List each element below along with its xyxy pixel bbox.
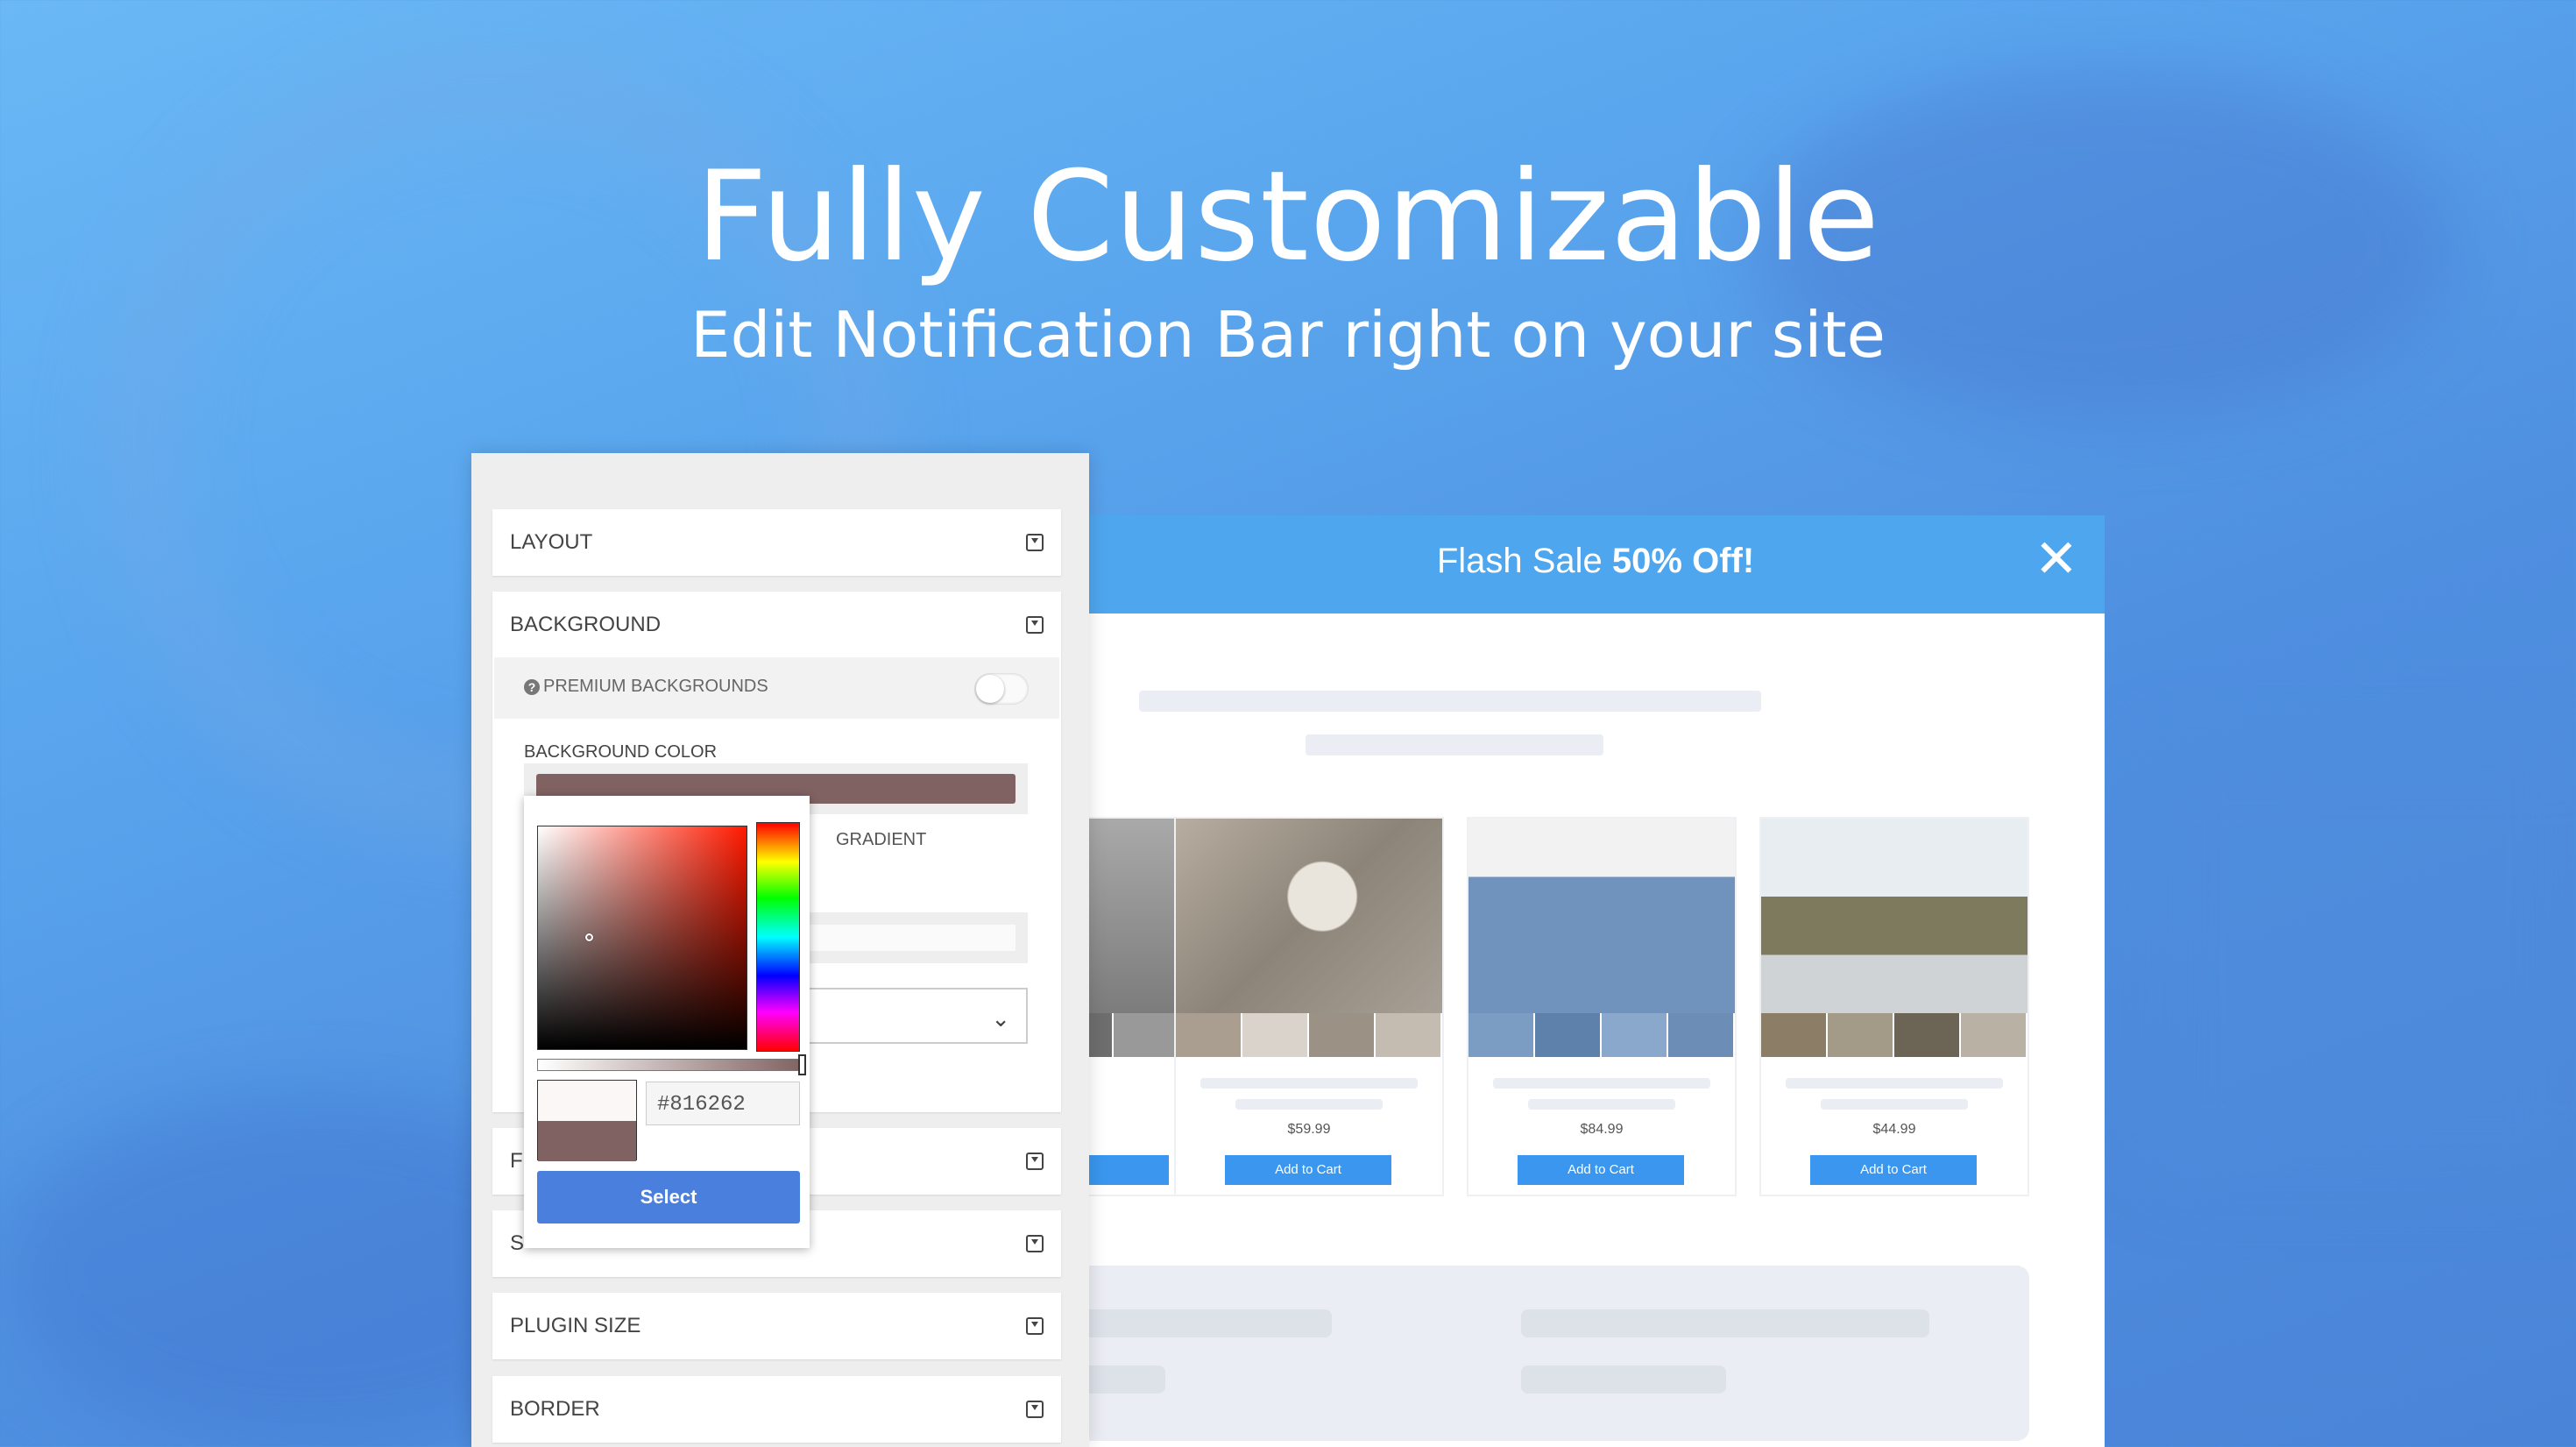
add-to-cart-button[interactable]: Add to Cart [1810,1155,1977,1185]
product-thumbnails [1761,1013,2028,1057]
previous-color [538,1081,636,1121]
product-image [1761,819,2028,1013]
notification-text: Flash Sale 50% Off! [1436,542,1755,580]
product-price: $84.99 [1580,1122,1624,1137]
select-button[interactable]: Select [537,1171,800,1224]
site-preview: Flash Sale 50% Off! ✕ $59.99 Add to Cart… [1086,515,2105,1447]
premium-backgrounds-label: ? PREMIUM BACKGROUNDS [524,677,768,697]
placeholder-line [1139,691,1761,712]
product-card[interactable]: $84.99 Add to Cart [1467,817,1737,1196]
section-plugin-size[interactable]: PLUGIN SIZE [492,1293,1061,1359]
current-color [538,1121,636,1161]
product-card[interactable]: $59.99 Add to Cart [1174,817,1444,1196]
placeholder-line [1086,1365,1165,1394]
chevron-down-icon[interactable] [1026,1317,1044,1335]
section-border[interactable]: BORDER [492,1376,1061,1443]
product-image [1468,819,1735,1013]
hero-title: Fully Customizable [696,145,1880,289]
add-to-cart-button[interactable]: Add to Cart [1225,1155,1391,1185]
chevron-down-icon[interactable] [1026,1401,1044,1418]
close-icon[interactable]: ✕ [2035,533,2078,585]
premium-backgrounds-toggle[interactable] [974,673,1029,705]
placeholder-line [1306,734,1603,755]
saturation-value-area[interactable] [537,826,747,1050]
placeholder-line [1521,1365,1726,1394]
color-cursor[interactable] [585,933,593,941]
section-label: S [510,1231,525,1255]
chevron-down-icon[interactable] [1026,616,1044,634]
color-picker: #816262 Select [524,796,810,1248]
placeholder-line [1521,1309,1929,1337]
help-icon: ? [524,679,540,695]
chevron-down-icon[interactable] [1026,534,1044,551]
placeholder-line [1493,1078,1710,1089]
section-label: LAYOUT [510,530,593,554]
chevron-down-icon[interactable] [1026,1153,1044,1170]
placeholder-line [1235,1099,1383,1110]
section-label: F [510,1149,523,1173]
product-price: $44.99 [1872,1122,1916,1137]
background-blur-shape [2147,745,2576,1183]
alpha-slider[interactable] [537,1054,806,1075]
add-to-cart-button[interactable]: Add to Cart [1518,1155,1684,1185]
placeholder-line [1528,1099,1675,1110]
hue-slider[interactable] [756,822,800,1052]
section-label: BORDER [510,1397,600,1421]
chevron-down-icon[interactable] [1026,1235,1044,1252]
background-color-label: BACKGROUND COLOR [524,742,718,762]
section-label: PLUGIN SIZE [510,1314,641,1337]
placeholder-line [1821,1099,1968,1110]
product-price: $59.99 [1287,1122,1331,1137]
notification-emphasis: 50% Off! [1611,542,1755,580]
product-card[interactable]: $44.99 Add to Cart [1759,817,2029,1196]
color-preview [537,1080,637,1161]
hex-input[interactable]: #816262 [646,1082,800,1125]
hero-subtitle: Edit Notification Bar right on your site [690,298,1886,372]
section-layout[interactable]: LAYOUT [492,509,1061,576]
gradient-label: GRADIENT [836,830,927,849]
product-image [1176,819,1442,1013]
placeholder-line [1200,1078,1418,1089]
section-label: BACKGROUND [510,613,662,636]
placeholder-line [1086,1309,1332,1337]
add-to-cart-button[interactable] [1086,1155,1169,1185]
alpha-handle[interactable] [798,1054,806,1075]
product-thumbnails [1468,1013,1735,1057]
placeholder-block [1481,1266,2029,1441]
notification-bar[interactable]: Flash Sale 50% Off! ✕ [1086,515,2105,614]
chevron-down-icon: ⌄ [991,1005,1010,1032]
product-thumbnails [1176,1013,1442,1057]
placeholder-line [1786,1078,2003,1089]
premium-backgrounds-row: ? PREMIUM BACKGROUNDS [494,657,1059,719]
